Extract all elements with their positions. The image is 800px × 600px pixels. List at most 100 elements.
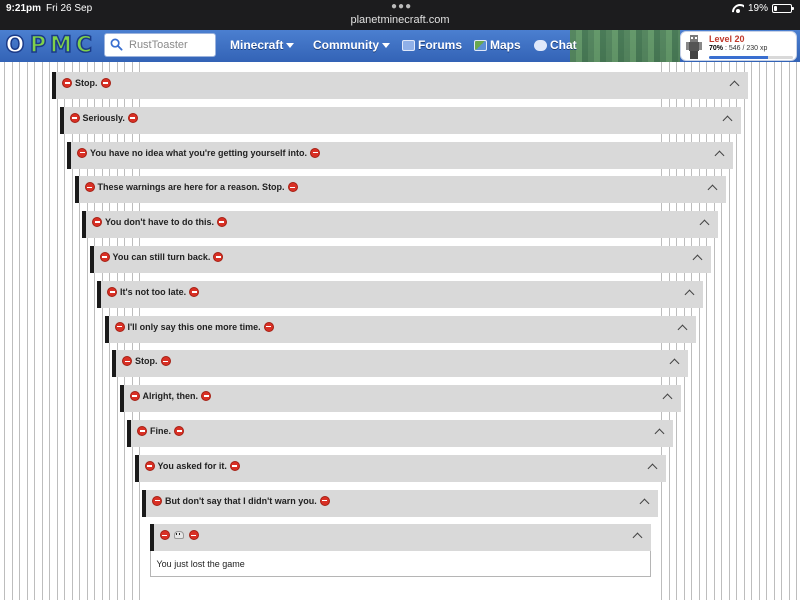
user-xp-panel[interactable]: Level 20 70% : 546 / 230 xp: [680, 31, 797, 61]
chevron-up-icon[interactable]: [699, 219, 710, 230]
no-entry-icon: [92, 217, 102, 228]
no-entry-icon: [127, 112, 138, 123]
nav-chat[interactable]: Chat: [534, 38, 577, 52]
spoiler-title: You can still turn back.: [99, 252, 224, 262]
status-right: 19%: [732, 3, 794, 14]
no-entry-icon: [201, 391, 211, 402]
nav-forums[interactable]: Forums: [402, 38, 462, 52]
chevron-down-icon: [286, 43, 295, 48]
chevron-up-icon[interactable]: [684, 289, 695, 300]
pmc-logo[interactable]: O P M C: [4, 32, 95, 60]
header-grass-decoration: [570, 30, 680, 62]
nesting-rail: [781, 62, 782, 600]
spoiler-title-text: I'll only say this one more time.: [127, 321, 261, 332]
spoiler-header[interactable]: You have no idea what you're getting you…: [67, 141, 733, 169]
chevron-up-icon[interactable]: [654, 428, 665, 439]
spoiler-body-text: You just lost the game: [156, 559, 245, 570]
spoiler-title-text: You have no idea what you're getting you…: [90, 147, 307, 158]
nesting-rail: [766, 62, 767, 600]
no-entry-icon: [287, 182, 298, 193]
spoiler-header[interactable]: Seriously.: [59, 106, 741, 134]
nested-spoiler-content: Stop. Seriously. You have no idea what you…: [0, 62, 800, 600]
nav-community-label: Community: [313, 38, 379, 52]
chevron-up-icon[interactable]: [639, 498, 650, 509]
chevron-up-icon[interactable]: [714, 150, 725, 161]
no-entry-icon: [99, 252, 110, 262]
nesting-rail: [64, 62, 65, 600]
spoiler-title-text: Alright, then.: [142, 391, 199, 402]
spoiler-header[interactable]: You asked for it.: [134, 454, 666, 482]
spoiler-title-text: You don't have to do this.: [105, 217, 214, 228]
logo-letter: C: [75, 32, 93, 59]
nesting-rail: [34, 62, 35, 600]
spoiler-header[interactable]: It's not too late.: [97, 280, 703, 308]
spoiler-body: You just lost the game: [149, 551, 651, 578]
spoiler-header[interactable]: Stop.: [112, 350, 688, 378]
chevron-up-icon[interactable]: [632, 532, 642, 543]
spoiler-header[interactable]: You can still turn back.: [89, 246, 711, 273]
chevron-up-icon[interactable]: [729, 80, 740, 91]
spoiler-header[interactable]: Alright, then.: [119, 385, 681, 413]
nesting-rail: [4, 62, 5, 600]
xp-progress-text: 70% : 546 / 230 xp: [709, 45, 768, 52]
spoiler-title: You have no idea what you're getting you…: [77, 147, 320, 158]
xp-progress-bar: [709, 56, 793, 59]
spoiler-title: You asked for it.: [144, 460, 240, 471]
forums-icon: [402, 39, 415, 51]
chevron-up-icon[interactable]: [647, 463, 657, 474]
spoiler-title: Stop.: [62, 78, 111, 88]
spoiler-header[interactable]: Stop.: [52, 72, 748, 99]
multitask-dots-icon[interactable]: ●●●: [391, 1, 412, 12]
nav-community[interactable]: Community: [313, 38, 390, 52]
no-entry-icon: [188, 530, 199, 541]
address-bar-url[interactable]: planetminecraft.com: [0, 14, 800, 26]
spoiler-header[interactable]: You don't have to do this.: [82, 211, 718, 239]
spoiler-title: Alright, then.: [129, 391, 211, 402]
nesting-rail: [773, 62, 775, 600]
spoiler-header[interactable]: [149, 524, 651, 552]
maps-icon: [474, 39, 487, 51]
spoiler-title-text: Fine.: [150, 426, 172, 436]
chevron-up-icon[interactable]: [677, 324, 687, 335]
spoiler-header[interactable]: Fine.: [127, 420, 673, 447]
logo-letter: M: [49, 32, 72, 59]
nesting-rail: [743, 62, 745, 600]
no-entry-icon: [100, 78, 111, 88]
no-entry-icon: [152, 495, 162, 506]
no-entry-icon: [62, 78, 72, 88]
no-entry-icon: [77, 147, 87, 158]
no-entry-icon: [69, 112, 80, 123]
chevron-up-icon[interactable]: [669, 358, 680, 369]
no-entry-icon: [174, 426, 185, 436]
spoiler-title: But don't say that I didn't warn you.: [152, 495, 330, 506]
avatar: [686, 35, 702, 59]
spoiler-title-text: Seriously.: [82, 112, 125, 123]
spoiler-header[interactable]: These warnings are here for a reason. St…: [74, 176, 726, 204]
no-entry-icon: [229, 460, 240, 471]
chevron-up-icon[interactable]: [692, 254, 702, 265]
no-entry-icon: [319, 495, 330, 506]
spoiler-title-text: Stop.: [135, 356, 158, 367]
nav-minecraft[interactable]: Minecraft: [230, 38, 295, 52]
skull-icon: [173, 530, 184, 540]
spoiler-header[interactable]: I'll only say this one more time.: [104, 315, 696, 343]
chevron-up-icon[interactable]: [707, 184, 717, 195]
spoiler-header[interactable]: But don't say that I didn't warn you.: [142, 489, 658, 517]
spoiler-title: [159, 530, 199, 541]
nesting-rail: [56, 62, 58, 600]
spoiler-title: Stop.: [122, 356, 171, 367]
nav-maps-label: Maps: [490, 38, 521, 52]
xp-level: Level 20: [709, 34, 745, 44]
no-entry-icon: [263, 321, 274, 332]
no-entry-icon: [137, 426, 147, 436]
logo-letter: O: [5, 32, 25, 59]
nav-chat-label: Chat: [550, 38, 577, 52]
chevron-up-icon[interactable]: [662, 393, 672, 404]
nesting-rail: [736, 62, 737, 600]
spoiler-title-text: But don't say that I didn't warn you.: [165, 495, 317, 506]
search-input[interactable]: RustToaster: [104, 33, 216, 57]
nav-maps[interactable]: Maps: [474, 38, 521, 52]
spoiler-title: I'll only say this one more time.: [114, 321, 274, 332]
chevron-up-icon[interactable]: [722, 115, 732, 126]
nesting-rail: [796, 62, 797, 600]
